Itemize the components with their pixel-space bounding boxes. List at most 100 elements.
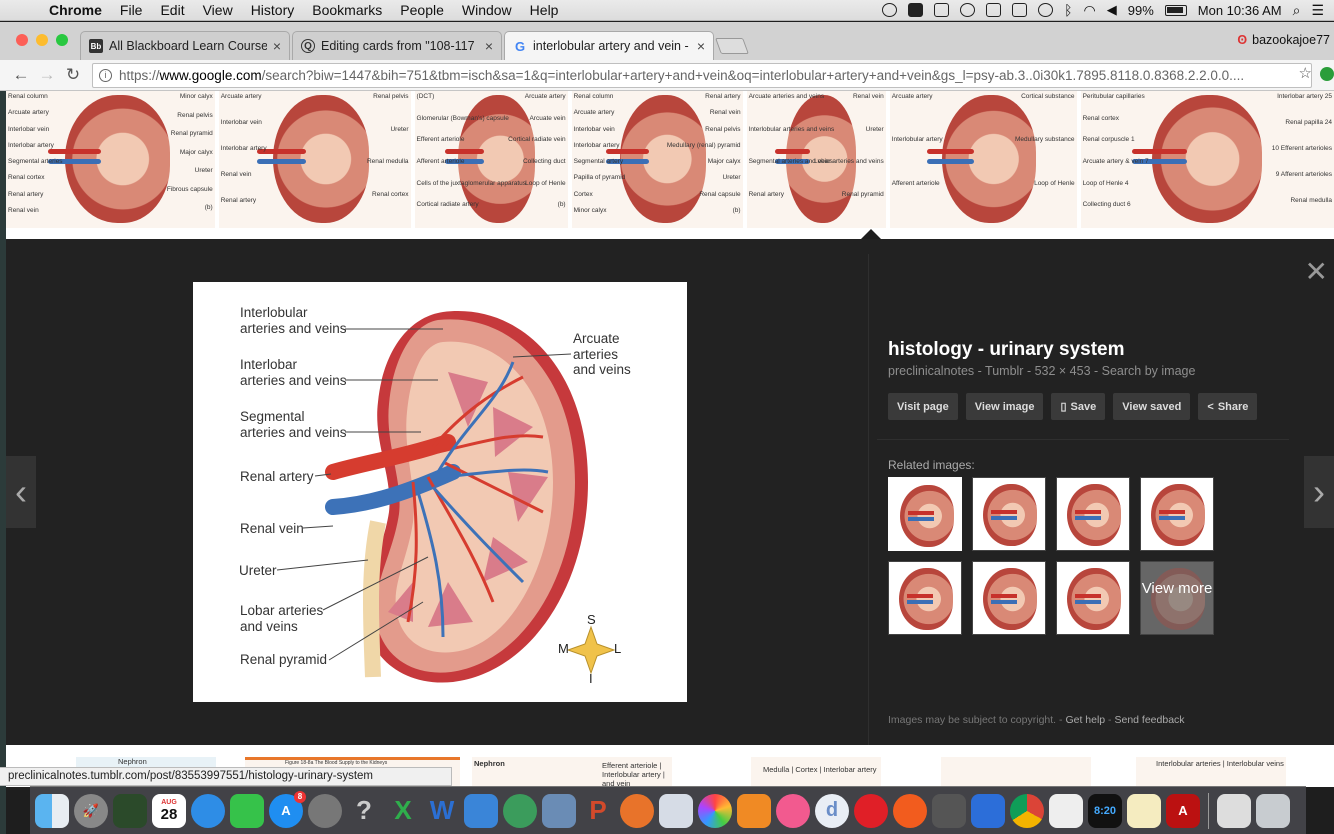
opera-icon[interactable] <box>854 793 888 828</box>
chrome-icon[interactable] <box>1010 793 1044 828</box>
view-saved-button[interactable]: View saved <box>1113 393 1191 420</box>
finder-icon[interactable] <box>35 793 69 828</box>
shield-icon[interactable] <box>986 3 1002 17</box>
share-button[interactable]: < Share <box>1198 393 1258 420</box>
menu-app-name[interactable]: Chrome <box>40 2 111 18</box>
tab-quizlet[interactable]: Q Editing cards from "108-117 × <box>292 31 502 60</box>
tab-google-images[interactable]: G interlobular artery and vein - G × <box>504 31 714 60</box>
window-minimize-button[interactable] <box>36 34 48 46</box>
related-image[interactable] <box>888 561 962 635</box>
image-result-thumbnail[interactable]: Arcuate artery Interlobular artery Afferen… <box>889 91 1077 228</box>
bottom-result-thumbnail[interactable]: Medulla | Cortex | Interlobar artery <box>751 757 881 787</box>
battery-percent[interactable]: 99% <box>1128 3 1154 18</box>
trash-icon[interactable] <box>1256 793 1290 828</box>
related-image[interactable] <box>1056 477 1130 551</box>
profile-button[interactable]: ʘ bazookajoe77 <box>1237 33 1330 47</box>
word-icon[interactable]: W <box>425 794 459 828</box>
system-preferences-icon[interactable] <box>308 793 342 828</box>
site-info-icon[interactable]: i <box>99 69 112 82</box>
view-image-button[interactable]: View image <box>965 393 1044 420</box>
address-bar[interactable]: i https:// www.google.com /search?biw=14… <box>92 63 1312 88</box>
contacts-icon[interactable] <box>464 793 498 828</box>
back-arrow-icon[interactable]: ← <box>8 65 34 85</box>
preview-icon[interactable] <box>542 793 576 828</box>
firefox-icon[interactable] <box>620 793 654 828</box>
related-image[interactable] <box>972 477 1046 551</box>
wifi-icon[interactable]: ◠ <box>1084 2 1096 19</box>
close-tab-icon[interactable]: × <box>485 38 493 54</box>
launchpad-icon[interactable]: 🚀 <box>74 793 108 828</box>
close-preview-icon[interactable]: ✕ <box>1305 255 1328 288</box>
bluetooth-icon[interactable]: ᛒ <box>1064 2 1072 18</box>
related-image[interactable] <box>888 477 962 551</box>
spotlight-search-icon[interactable]: ⌕ <box>1293 2 1301 19</box>
documents-stack-icon[interactable] <box>1217 793 1251 828</box>
image-result-thumbnail[interactable]: Arcuate artery Interlobar vein Interlobar … <box>218 91 411 228</box>
sync-icon[interactable] <box>960 3 976 17</box>
bottom-result-thumbnail[interactable]: Nephron Efferent arteriole | Interlobular… <box>472 757 672 787</box>
bottom-result-thumbnail[interactable] <box>941 757 1091 787</box>
next-image-arrow-icon[interactable]: › <box>1304 456 1334 528</box>
menu-edit[interactable]: Edit <box>151 2 193 18</box>
bookmark-star-icon[interactable]: ☆ <box>1299 64 1312 82</box>
menu-history[interactable]: History <box>242 2 304 18</box>
airplay-icon[interactable] <box>1012 3 1028 17</box>
dashlane-icon[interactable] <box>882 3 898 17</box>
pencil-app-icon[interactable] <box>1049 793 1083 828</box>
preview-image[interactable]: Interlobular arteries and veins Interlob… <box>193 282 687 702</box>
view-more-related-button[interactable]: View more <box>1140 561 1214 635</box>
app-store-icon[interactable]: A8 <box>269 790 306 828</box>
image-result-thumbnail[interactable]: Peritubular capillaries Renal cortex Renal… <box>1080 91 1334 228</box>
related-image[interactable] <box>1140 477 1214 551</box>
calendar-icon[interactable]: AUG 28 <box>152 793 186 828</box>
new-tab-button[interactable] <box>715 38 749 54</box>
menu-people[interactable]: People <box>391 2 453 18</box>
send-feedback-link[interactable]: Send feedback <box>1114 714 1184 726</box>
list-app-icon[interactable] <box>971 793 1005 828</box>
previous-image-arrow-icon[interactable]: ‹ <box>6 456 36 528</box>
get-help-link[interactable]: Get help <box>1065 714 1105 726</box>
ibooks-icon[interactable] <box>737 793 771 828</box>
acrobat-icon[interactable]: A <box>1166 793 1200 828</box>
camera-icon[interactable] <box>934 3 950 17</box>
menu-view[interactable]: View <box>194 2 242 18</box>
network-globe-icon[interactable] <box>503 793 537 828</box>
bottom-result-thumbnail[interactable]: Interlobular arteries | Interlobular vei… <box>1136 757 1286 787</box>
photos-icon[interactable] <box>698 793 732 828</box>
excel-icon[interactable]: X <box>386 794 420 828</box>
textedit-icon[interactable] <box>1127 793 1161 828</box>
extension-icon[interactable] <box>1320 67 1334 81</box>
skull-app-icon[interactable] <box>932 793 966 828</box>
reload-icon[interactable]: ↻ <box>60 65 86 85</box>
close-tab-icon[interactable]: × <box>697 38 705 54</box>
help-icon[interactable]: ? <box>347 794 381 828</box>
menubar-clock[interactable]: Mon 10:36 AM <box>1198 3 1282 18</box>
menu-file[interactable]: File <box>111 2 152 18</box>
time-machine-icon[interactable] <box>1038 3 1054 17</box>
save-button[interactable]: ▯ Save <box>1051 393 1106 420</box>
forward-arrow-icon[interactable]: → <box>34 65 60 85</box>
notification-center-icon[interactable]: ☰ <box>1311 2 1324 19</box>
activity-monitor-icon[interactable] <box>113 793 147 828</box>
tab-blackboard[interactable]: Bb All Blackboard Learn Courses × <box>80 31 290 60</box>
related-image[interactable] <box>1056 561 1130 635</box>
facetime-icon[interactable] <box>230 793 264 828</box>
related-image[interactable] <box>972 561 1046 635</box>
app-status-icon[interactable] <box>908 3 924 17</box>
image-result-thumbnail[interactable]: Renal column Arcuate artery Interlobar vei… <box>571 91 743 228</box>
clock-app-icon[interactable]: 8:20 <box>1088 793 1122 828</box>
window-close-button[interactable] <box>16 34 28 46</box>
itunes-icon[interactable] <box>776 793 810 828</box>
image-result-thumbnail[interactable]: Arcuate arteries and veins Interlobular a… <box>746 91 886 228</box>
volume-icon[interactable]: ◀ <box>1107 2 1117 18</box>
menu-bookmarks[interactable]: Bookmarks <box>303 2 391 18</box>
close-tab-icon[interactable]: × <box>273 38 281 54</box>
battery-icon[interactable] <box>1164 4 1187 16</box>
image-meta[interactable]: preclinicalnotes - Tumblr - 532 × 453 - … <box>888 364 1308 378</box>
image-capture-icon[interactable] <box>659 793 693 828</box>
window-zoom-button[interactable] <box>56 34 68 46</box>
dictionary-icon[interactable]: d <box>815 793 849 828</box>
messages-icon[interactable] <box>191 793 225 828</box>
image-result-thumbnail[interactable]: (DCT) Glomerular (Bowman's) capsule Effere… <box>414 91 568 228</box>
powerpoint-icon[interactable]: P <box>581 794 615 828</box>
